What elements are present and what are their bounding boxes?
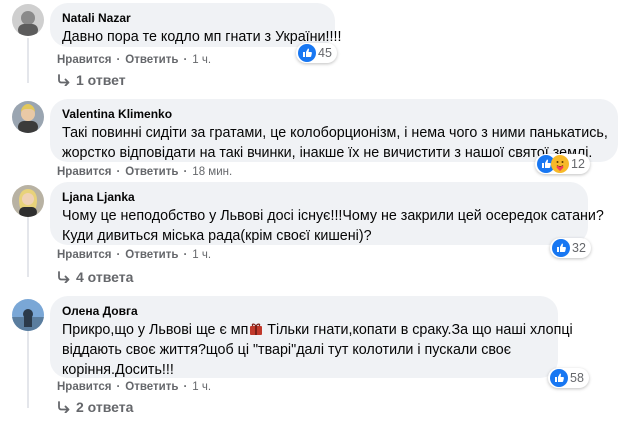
comment-author[interactable]: Natali Nazar <box>62 10 323 26</box>
reply-link[interactable]: Ответить <box>125 248 178 262</box>
avatar[interactable] <box>12 299 44 331</box>
comment-bubble: Ljana Ljanka Чому це неподобство у Львов… <box>50 182 604 245</box>
avatar[interactable] <box>12 101 44 133</box>
comment-bubble: Valentina Klimenko Такі повинні сидіти з… <box>50 99 618 162</box>
comment-text: жорстко відповідати на такі вчинки, інак… <box>62 145 593 161</box>
comment-actions: Нравится · Ответить · 1 ч. <box>57 248 211 262</box>
comment-text: Давно пора те кодло мп гнати з України!!… <box>62 29 342 45</box>
avatar[interactable] <box>12 4 44 36</box>
comment-text-line: Прикро,що у Львові ще є мп Тільки гнати,… <box>62 320 573 340</box>
comment-actions: Нравится · Ответить · 1 ч. <box>57 380 211 394</box>
reaction-summary[interactable]: 45 <box>296 43 337 63</box>
comment-text: Такі повинні сидіти за гратами, це колоб… <box>62 125 608 141</box>
comment-actions: Нравится · Ответить · 18 мин. <box>57 165 232 179</box>
comment-text: Чому це неподобство у Львові досі існує!… <box>62 208 604 224</box>
wrapped-gift-emoji <box>249 322 263 336</box>
reply-arrow-icon <box>58 271 70 283</box>
separator: · <box>183 249 188 261</box>
reaction-count: 12 <box>571 157 585 171</box>
view-replies-link[interactable]: 2 ответа <box>57 398 133 416</box>
view-replies-link[interactable]: 1 ответ <box>57 71 126 89</box>
thread-line <box>27 215 29 277</box>
like-link[interactable]: Нравится <box>57 53 111 67</box>
reaction-count: 58 <box>570 371 584 385</box>
comment-author[interactable]: Ljana Ljanka <box>62 189 576 205</box>
avatar[interactable] <box>12 185 44 217</box>
thread-line <box>27 38 29 83</box>
comment-text: віддають своє життя?щоб ці "тварі"далі т… <box>62 342 512 358</box>
like-link[interactable]: Нравится <box>57 380 111 394</box>
like-link[interactable]: Нравится <box>57 165 111 179</box>
separator: · <box>116 249 121 261</box>
reply-link[interactable]: Ответить <box>125 380 178 394</box>
comment-time[interactable]: 18 мин. <box>192 165 232 179</box>
comment-author[interactable]: Valentina Klimenko <box>62 106 606 122</box>
thread-line <box>27 330 29 408</box>
care-icon <box>551 155 569 173</box>
replies-label: 1 ответ <box>76 72 126 88</box>
separator: · <box>116 166 121 178</box>
thumbs-up-icon <box>552 239 570 257</box>
comment-text: Куди дивиться міська рада(крім своєї киш… <box>62 228 372 244</box>
replies-label: 4 ответа <box>76 269 134 285</box>
reply-link[interactable]: Ответить <box>125 165 178 179</box>
separator: · <box>116 381 121 393</box>
thumbs-up-icon <box>550 369 568 387</box>
reaction-count: 45 <box>318 46 332 60</box>
comment-actions: Нравится · Ответить · 1 ч. <box>57 53 211 67</box>
reaction-summary[interactable]: 58 <box>548 368 589 388</box>
reaction-summary[interactable]: 12 <box>535 154 590 174</box>
comment-time[interactable]: 1 ч. <box>192 53 211 67</box>
comment-text: Тільки гнати,копати в сраку.За що наші х… <box>263 322 573 338</box>
reply-arrow-icon <box>58 401 70 413</box>
comment-text: коріння.Досить!!! <box>62 362 174 378</box>
replies-label: 2 ответа <box>76 399 134 415</box>
reply-arrow-icon <box>58 74 70 86</box>
comment-author[interactable]: Олена Довга <box>62 303 546 319</box>
separator: · <box>183 166 188 178</box>
separator: · <box>183 381 188 393</box>
thumbs-up-icon <box>298 44 316 62</box>
comment-time[interactable]: 1 ч. <box>192 248 211 262</box>
separator: · <box>183 54 188 66</box>
comment-bubble: Олена Довга Прикро,що у Львові ще є мп Т… <box>50 296 573 378</box>
comment-time[interactable]: 1 ч. <box>192 380 211 394</box>
reaction-count: 32 <box>572 241 586 255</box>
comment-bubble: Natali Nazar Давно пора те кодло мп гнат… <box>50 3 342 47</box>
like-link[interactable]: Нравится <box>57 248 111 262</box>
separator: · <box>116 54 121 66</box>
reaction-summary[interactable]: 32 <box>550 238 591 258</box>
view-replies-link[interactable]: 4 ответа <box>57 268 133 286</box>
reply-link[interactable]: Ответить <box>125 53 178 67</box>
comment-text: Прикро,що у Львові ще є мп <box>62 322 249 338</box>
